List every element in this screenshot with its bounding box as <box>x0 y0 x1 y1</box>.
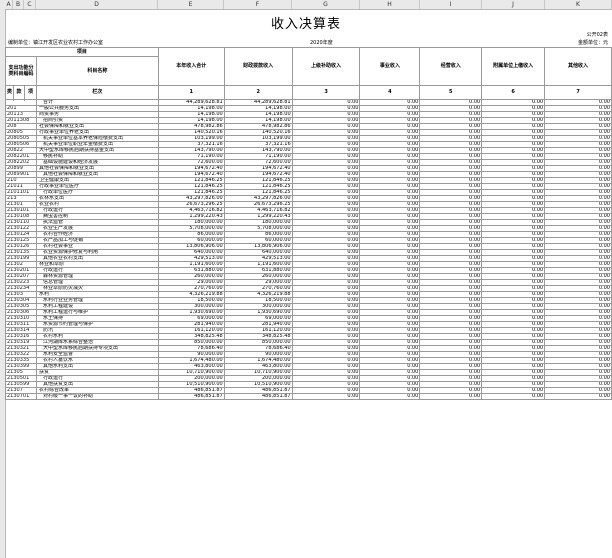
header-section[interactable]: 款 <box>13 85 25 100</box>
column-header-h[interactable]: H <box>360 0 420 9</box>
table-header: 项目 本年收入合计 财政拨款收入 上级补助收入 事业收入 经营收入 附属单位上缴… <box>4 47 612 100</box>
row-value-k[interactable]: 0.00 <box>544 393 612 400</box>
income-table: 项目 本年收入合计 财政拨款收入 上级补助收入 事业收入 经营收入 附属单位上缴… <box>4 47 612 400</box>
column-header-k[interactable]: K <box>545 0 612 9</box>
page-title: 收入决算表 <box>270 17 341 32</box>
header-class[interactable]: 类 <box>4 85 15 100</box>
header-code-col[interactable]: 支出功能分类科目编码 <box>5 56 37 86</box>
header-other[interactable]: 其他收入 <box>544 47 612 86</box>
header-n6[interactable]: 6 <box>481 85 546 100</box>
header-total[interactable]: 本年收入合计 <box>157 47 225 86</box>
year-label: 2020年度 <box>310 40 333 46</box>
header-operation[interactable]: 经营收入 <box>419 47 483 86</box>
header-n3[interactable]: 3 <box>291 85 361 100</box>
table-row: 2130701 对村级一事一议的补助 486,851.87 486,851.87 0.0… <box>5 393 612 400</box>
header-n5[interactable]: 5 <box>419 85 483 100</box>
header-affiliate[interactable]: 附属单位上缴收入 <box>481 47 546 86</box>
table-body: 合计 44,289,628.81 44,289,628.81 0.00 0.00 0.00… <box>5 99 612 400</box>
column-header-a[interactable]: A <box>5 0 13 9</box>
row-code[interactable]: 2130701 <box>5 393 37 400</box>
row-value-e[interactable]: 486,851.87 <box>157 393 225 400</box>
column-header-j[interactable]: J <box>482 0 545 9</box>
column-header-e[interactable]: E <box>158 0 224 9</box>
spreadsheet: A B C D E F G H I J K 收入决算表 编制单位：镇江开发区农业… <box>0 0 612 558</box>
row-value-h[interactable]: 0.00 <box>359 393 421 400</box>
header-business[interactable]: 事业收入 <box>359 47 421 86</box>
column-header-bar: A B C D E F G H I J K <box>0 0 612 10</box>
header-n1[interactable]: 1 <box>157 85 225 100</box>
header-col-index[interactable]: 栏次 <box>35 85 159 100</box>
column-header-d[interactable]: D <box>36 0 158 9</box>
row-name[interactable]: 对村级一事一议的补助 <box>35 393 159 400</box>
column-header-c[interactable]: C <box>24 0 36 9</box>
organization-label: 编制单位：镇江开发区农业农村工作办公室 <box>8 40 104 46</box>
header-n7[interactable]: 7 <box>544 85 612 100</box>
row-value-f[interactable]: 486,851.87 <box>223 393 293 400</box>
column-header-f[interactable]: F <box>224 0 292 9</box>
header-n2[interactable]: 2 <box>223 85 293 100</box>
header-fiscal[interactable]: 财政拨款收入 <box>223 47 293 86</box>
row-value-i[interactable]: 0.00 <box>419 393 483 400</box>
column-header-b[interactable]: B <box>13 0 24 9</box>
header-name-col[interactable]: 科目名称 <box>35 56 159 86</box>
header-n4[interactable]: 4 <box>359 85 421 100</box>
column-header-g[interactable]: G <box>292 0 360 9</box>
form-number: 公开02表 <box>586 32 608 38</box>
column-header-i[interactable]: I <box>420 0 482 9</box>
header-item[interactable]: 项 <box>24 85 37 100</box>
header-upper[interactable]: 上级补助收入 <box>291 47 361 86</box>
unit-label: 金额单位：元 <box>577 40 608 46</box>
row-value-j[interactable]: 0.00 <box>481 393 546 400</box>
header-project[interactable]: 项目 <box>5 47 159 57</box>
row-value-g[interactable]: 0.00 <box>291 393 361 400</box>
